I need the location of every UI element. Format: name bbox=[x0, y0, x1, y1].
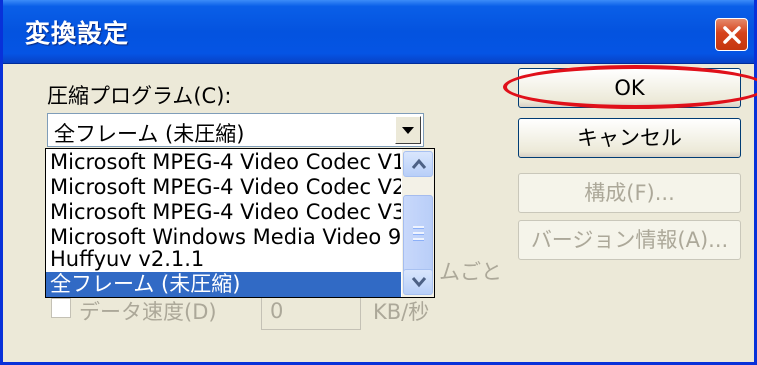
data-rate-checkbox[interactable] bbox=[51, 298, 71, 318]
compressor-combobox[interactable]: 全フレーム (未圧縮) bbox=[47, 113, 424, 147]
data-rate-label: データ速度(D) bbox=[79, 300, 217, 324]
compressor-label: 圧縮プログラム(C): bbox=[47, 84, 232, 108]
compressor-selected-value: 全フレーム (未圧縮) bbox=[54, 122, 245, 146]
data-rate-input[interactable]: 0 bbox=[261, 294, 361, 330]
title-bar[interactable]: 変換設定 bbox=[3, 0, 754, 64]
about-button[interactable]: バージョン情報(A)... bbox=[518, 220, 741, 260]
scroll-thumb[interactable] bbox=[403, 195, 433, 277]
list-item-selected[interactable]: 全フレーム (未圧縮) bbox=[46, 272, 401, 297]
list-item[interactable]: Microsoft MPEG-4 Video Codec V1 bbox=[46, 150, 401, 175]
ok-highlight-annotation bbox=[503, 65, 757, 109]
close-button[interactable] bbox=[715, 18, 748, 51]
data-rate-value: 0 bbox=[270, 299, 284, 323]
dropdown-button[interactable] bbox=[395, 116, 421, 144]
list-item[interactable]: Huffyuv v2.1.1 bbox=[46, 247, 401, 272]
compressor-dropdown-list[interactable]: Microsoft MPEG-4 Video Codec V1 Microsof… bbox=[45, 148, 435, 298]
dialog-window: 変換設定 圧縮プログラム(C): 全フレーム (未圧縮) ムごと データ速度(D… bbox=[0, 0, 757, 365]
keyframe-label-partial: ムごと bbox=[439, 260, 502, 284]
list-item[interactable]: Microsoft MPEG-4 Video Codec V2 bbox=[46, 175, 401, 200]
data-rate-unit: KB/秒 bbox=[373, 300, 430, 324]
configure-button[interactable]: 構成(F)... bbox=[518, 173, 741, 213]
cancel-button[interactable]: キャンセル bbox=[518, 118, 741, 158]
list-item[interactable]: Microsoft MPEG-4 Video Codec V3 bbox=[46, 200, 401, 225]
scroll-up-button[interactable] bbox=[403, 151, 433, 177]
scroll-down-button[interactable] bbox=[403, 269, 433, 295]
list-scrollbar[interactable] bbox=[402, 149, 434, 297]
window-title: 変換設定 bbox=[25, 19, 130, 48]
